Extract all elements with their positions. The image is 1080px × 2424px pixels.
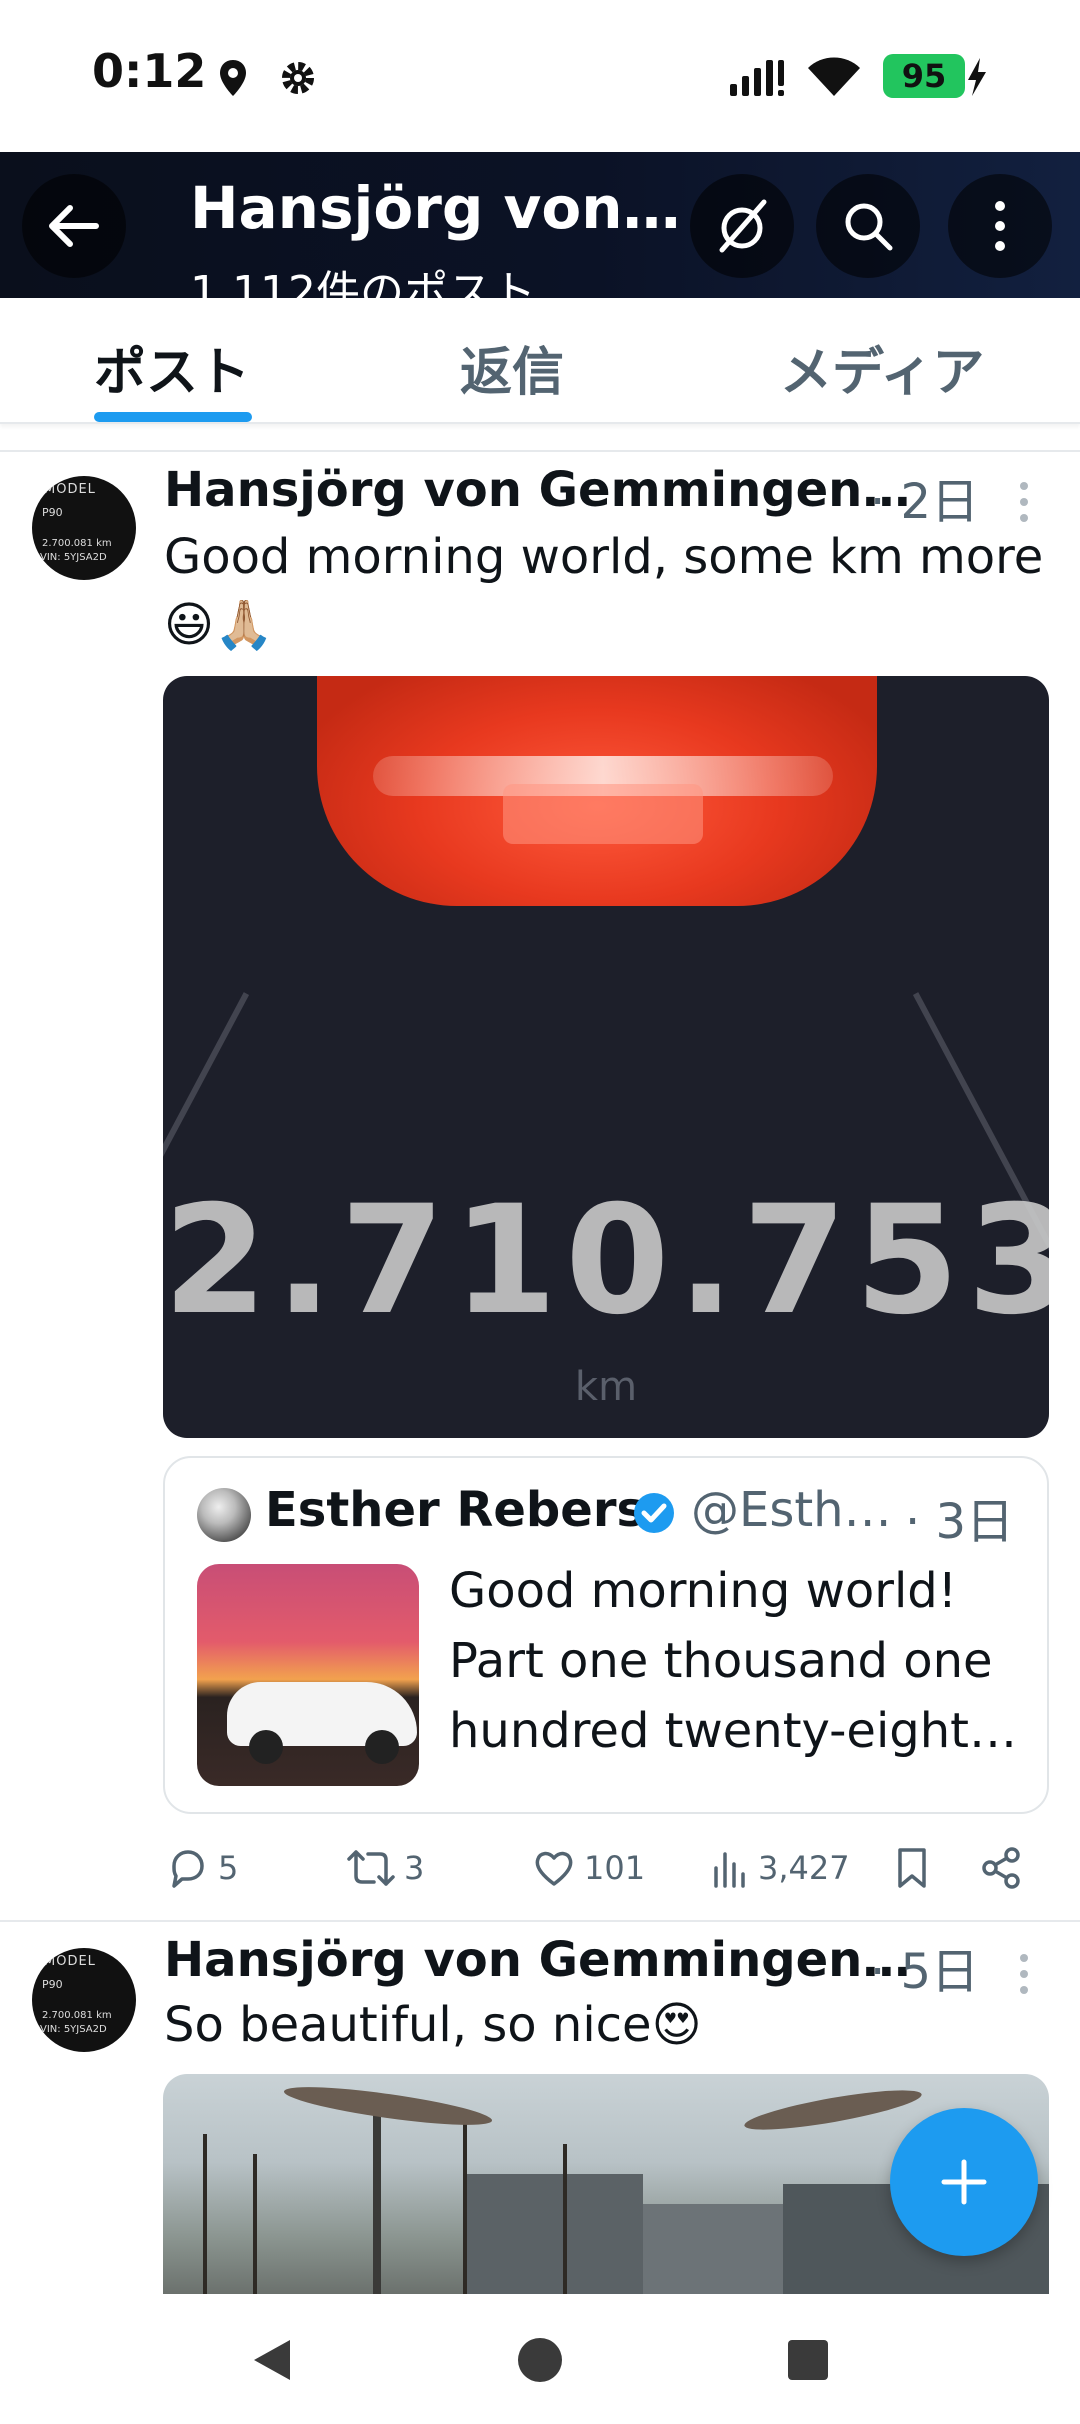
tree xyxy=(463,2124,467,2294)
building xyxy=(643,2204,783,2294)
quoted-text-line: Good morning world! xyxy=(449,1563,957,1619)
tab-posts[interactable]: ポスト xyxy=(94,330,250,405)
quoted-timestamp: · 3日 xyxy=(905,1494,1015,1550)
quoted-author-name: Esther Rebers xyxy=(265,1482,646,1538)
tweet-author-name[interactable]: Hansjörg von Gemmingen… xyxy=(164,462,910,518)
avatar[interactable]: MODEL P90 2.700.081 km VIN: 5YJSA2D xyxy=(32,1948,136,2052)
status-bar: 0:12 95 xyxy=(0,0,1080,152)
tweet-text: So beautiful, so nice😍 xyxy=(164,1997,702,2053)
nav-recents-icon[interactable] xyxy=(786,2334,830,2386)
goose xyxy=(282,2079,494,2133)
repost-button[interactable]: 3 xyxy=(346,1838,424,1898)
settings-gear-icon xyxy=(282,62,314,94)
header-title: Hansjörg von… xyxy=(190,174,681,242)
wifi-icon xyxy=(808,57,860,96)
quoted-text-line: hundred twenty-eight… xyxy=(449,1703,1017,1759)
grok-button[interactable] xyxy=(690,174,794,278)
divider xyxy=(0,450,1080,452)
avatar-text: P90 xyxy=(42,506,63,519)
thumbnail-wheel xyxy=(249,1730,283,1764)
tweet-image-odometer[interactable]: 2.710.753 km xyxy=(163,676,1049,1438)
header-post-count: 1,112件のポスト xyxy=(190,267,536,298)
grok-icon xyxy=(719,199,767,253)
search-button[interactable] xyxy=(816,174,920,278)
quoted-text-line: Part one thousand one xyxy=(449,1633,993,1689)
quoted-tweet[interactable]: Esther Rebers @Esth… · 3日 Good morning w… xyxy=(163,1456,1049,1814)
views-count: 3,427 xyxy=(758,1849,850,1887)
more-vertical-icon xyxy=(995,201,1005,251)
share-icon xyxy=(982,1847,1020,1889)
tweet-timestamp: · 5日 xyxy=(870,1944,980,2000)
location-icon xyxy=(220,60,246,96)
heart-icon xyxy=(535,1851,573,1886)
tree xyxy=(253,2154,257,2294)
tweet-actions: 5 3 101 3,427 xyxy=(0,1838,1080,1898)
avatar-text: VIN: 5YJSA2D xyxy=(40,2024,107,2035)
verified-badge-icon xyxy=(634,1493,674,1533)
reply-icon xyxy=(172,1850,204,1888)
reply-button[interactable]: 5 xyxy=(166,1838,238,1898)
avatar-text: P90 xyxy=(42,1978,63,1991)
plus-icon xyxy=(941,2159,987,2205)
nav-back-icon[interactable] xyxy=(246,2334,298,2386)
signal-icon xyxy=(730,60,784,96)
share-button[interactable] xyxy=(980,1838,1032,1898)
more-options-button[interactable] xyxy=(948,174,1052,278)
avatar-text: MODEL xyxy=(44,482,96,497)
bookmark-icon xyxy=(898,1848,926,1888)
tab-media[interactable]: メディア xyxy=(780,330,984,405)
nav-home-icon[interactable] xyxy=(516,2334,564,2386)
goose xyxy=(742,2082,924,2138)
divider xyxy=(0,1920,1080,1922)
battery-indicator: 95 xyxy=(883,54,965,98)
repost-count: 3 xyxy=(404,1849,425,1887)
tweet-author-name[interactable]: Hansjörg von Gemmingen… xyxy=(164,1932,910,1988)
quoted-image-thumbnail xyxy=(197,1564,419,1786)
profile-tabs: ポスト 返信 メディア xyxy=(0,298,1080,424)
active-tab-indicator xyxy=(94,412,252,422)
status-time: 0:12 xyxy=(92,44,207,98)
thumbnail-wheel xyxy=(365,1730,399,1764)
like-count: 101 xyxy=(584,1849,646,1887)
back-arrow-icon xyxy=(49,205,99,247)
tweet-more-icon[interactable] xyxy=(1020,1954,1032,2002)
charging-icon xyxy=(968,58,986,96)
compose-post-button[interactable] xyxy=(890,2108,1038,2256)
tree xyxy=(563,2144,567,2294)
search-icon xyxy=(845,203,893,251)
bookmark-button[interactable] xyxy=(892,1838,940,1898)
building xyxy=(463,2174,643,2294)
reply-count: 5 xyxy=(218,1849,239,1887)
lamp-post xyxy=(373,2094,381,2294)
system-navigation-bar xyxy=(0,2296,1080,2424)
back-button[interactable] xyxy=(22,174,126,278)
quoted-handle: @Esth… xyxy=(691,1482,892,1538)
tab-replies[interactable]: 返信 xyxy=(460,330,564,405)
avatar-text: VIN: 5YJSA2D xyxy=(40,552,107,563)
repost-icon xyxy=(347,1850,395,1886)
odometer-reading: 2.710.753 xyxy=(163,1174,1049,1348)
odometer-unit: km xyxy=(574,1364,638,1410)
tweet-text: Good morning world, some km more xyxy=(164,529,1044,585)
avatar[interactable]: MODEL P90 2.700.081 km VIN: 5YJSA2D xyxy=(32,476,136,580)
avatar-text: MODEL xyxy=(44,1954,96,1969)
tree xyxy=(203,2134,207,2294)
car-plate xyxy=(503,784,703,844)
views-button[interactable]: 3,427 xyxy=(710,1838,850,1898)
quoted-text: Good morning world! Part one thousand on… xyxy=(449,1556,1017,1766)
profile-header: Hansjörg von… 1,112件のポスト xyxy=(0,152,1080,298)
like-button[interactable]: 101 xyxy=(532,1838,645,1898)
avatar-text: 2.700.081 km xyxy=(42,538,112,549)
avatar-text: 2.700.081 km xyxy=(42,2010,112,2021)
views-chart-icon xyxy=(714,1852,745,1888)
tweet-emoji: 😃🙏🏼 xyxy=(164,597,274,653)
quoted-avatar xyxy=(197,1488,251,1542)
